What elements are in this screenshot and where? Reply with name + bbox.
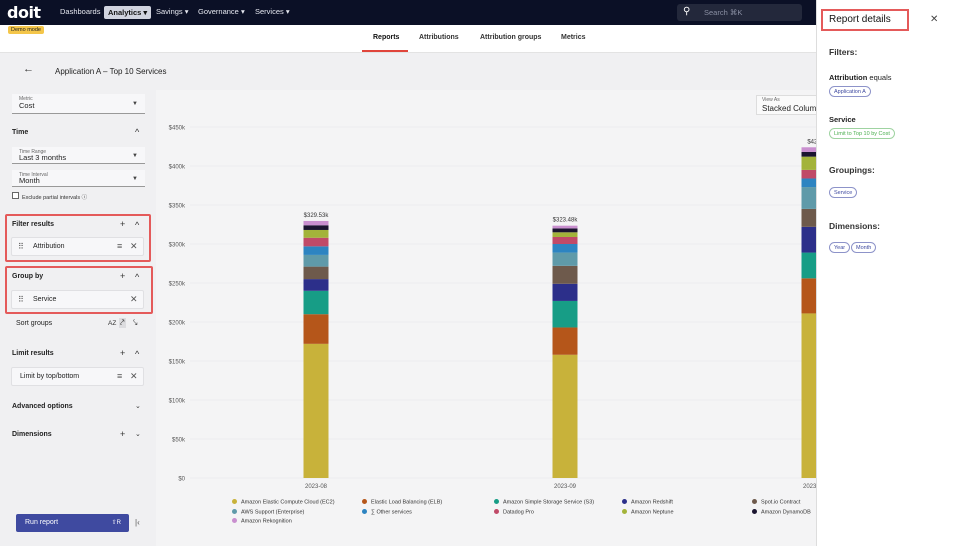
legend-swatch — [362, 499, 367, 504]
legend-swatch — [232, 499, 237, 504]
bar-segment[interactable] — [303, 246, 329, 255]
bar-segment[interactable] — [552, 265, 578, 284]
bar-segment[interactable] — [552, 236, 578, 244]
bar-segment[interactable] — [303, 229, 329, 238]
legend-item[interactable]: Datadog Pro — [494, 508, 534, 515]
y-tick-label: $0 — [178, 477, 185, 483]
total-label: $323.48k — [553, 218, 579, 224]
close-icon[interactable]: ✕ — [930, 14, 938, 25]
legend-item[interactable]: Elastic Load Balancing (ELB) — [362, 499, 442, 506]
legend-item[interactable]: Amazon Elastic Compute Cloud (EC2) — [232, 499, 335, 506]
legend-swatch — [752, 499, 757, 504]
legend-item[interactable]: Amazon DynamoDB — [752, 508, 811, 515]
bar-segment[interactable] — [303, 290, 329, 315]
attribution-chip: Application A — [829, 86, 871, 97]
chart-legend: Amazon Elastic Compute Cloud (EC2) Elasti… — [232, 499, 816, 529]
legend-swatch — [362, 508, 367, 514]
legend-label: Elastic Load Balancing (ELB) — [371, 499, 443, 506]
dimension-chip-month: Month — [851, 242, 877, 253]
legend-label: ∑ Other services — [371, 509, 412, 515]
legend-item[interactable]: Amazon Redshift — [622, 499, 673, 506]
stacked-column-chart: $0 $50k $100k $150k $200k $250k $300k $350k $400… — [169, 126, 827, 490]
y-tick-label: $250k — [169, 282, 186, 288]
bar-segment[interactable] — [303, 220, 329, 226]
bar-segment[interactable] — [303, 225, 329, 230]
bar-segment[interactable] — [303, 266, 329, 280]
legend-label: Amazon Elastic Compute Cloud (EC2) — [241, 499, 335, 506]
legend-label: Amazon Rekognition — [241, 518, 292, 525]
total-label: $329.53k — [304, 213, 330, 219]
legend-label: AWS Support (Enterprise) — [241, 509, 305, 515]
bar-segment[interactable] — [552, 225, 578, 229]
legend-label: Amazon DynamoDB — [761, 509, 811, 515]
legend-swatch — [622, 508, 627, 514]
legend-swatch — [232, 518, 237, 523]
legend-swatch — [494, 499, 499, 504]
panel-title: Report details — [829, 14, 891, 25]
dimension-chip-year: Year — [829, 242, 851, 253]
legend-item[interactable]: Amazon Rekognition — [232, 518, 292, 525]
y-tick-label: $50k — [172, 438, 186, 444]
attribution-filter-label: Attribution equals — [829, 73, 892, 82]
bar-segment[interactable] — [552, 244, 578, 253]
groupings-heading: Groupings: — [829, 165, 875, 175]
bar-segment[interactable] — [552, 228, 578, 233]
legend-label: Amazon Redshift — [631, 499, 673, 506]
legend-label: Amazon Simple Storage Service (S3) — [503, 499, 595, 506]
bar-segment[interactable] — [552, 300, 578, 328]
y-tick-label: $400k — [169, 165, 186, 171]
bar-segment[interactable] — [552, 354, 578, 478]
y-tick-label: $350k — [169, 204, 186, 210]
y-tick-label: $300k — [169, 243, 186, 249]
x-tick-label: 2023-08 — [305, 484, 328, 490]
service-filter-label: Service — [829, 115, 856, 124]
legend-item[interactable]: Amazon Neptune — [622, 508, 674, 515]
y-tick-label: $450k — [169, 126, 186, 132]
legend-swatch — [622, 499, 627, 504]
x-tick-label: 2023-09 — [554, 484, 577, 490]
legend-item[interactable]: Spot.io Contract — [752, 499, 800, 506]
legend-swatch — [752, 508, 757, 514]
legend-label: Amazon Neptune — [631, 509, 674, 515]
y-tick-label: $150k — [169, 360, 186, 366]
dimensions-heading: Dimensions: — [829, 221, 881, 231]
filters-heading: Filters: — [829, 47, 858, 57]
bar-segment[interactable] — [552, 327, 578, 355]
bar-segment[interactable] — [303, 314, 329, 344]
bar-segment[interactable] — [303, 279, 329, 291]
y-tick-label: $200k — [169, 321, 186, 327]
bar-segment[interactable] — [552, 232, 578, 237]
bar-segment[interactable] — [303, 343, 329, 478]
bar-segment[interactable] — [552, 283, 578, 301]
legend-item[interactable]: AWS Support (Enterprise) — [232, 508, 305, 515]
bar-segment[interactable] — [303, 237, 329, 247]
bar-segment[interactable] — [303, 254, 329, 267]
legend-label: Datadog Pro — [503, 509, 534, 515]
grouping-chip: Service — [829, 187, 858, 198]
legend-swatch — [494, 508, 499, 514]
service-limit-chip: Limit to Top 10 by Cost — [829, 128, 895, 139]
legend-label: Spot.io Contract — [761, 499, 801, 506]
report-details-panel: Report details ✕ Filters: Attribution eq… — [816, 0, 960, 546]
y-tick-label: $100k — [169, 399, 186, 405]
bar-segment[interactable] — [552, 252, 578, 266]
demo-mode-badge: Demo mode — [8, 26, 44, 34]
legend-swatch — [232, 508, 237, 514]
legend-item[interactable]: ∑ Other services — [362, 508, 412, 515]
legend-item[interactable]: Amazon Simple Storage Service (S3) — [494, 499, 594, 506]
